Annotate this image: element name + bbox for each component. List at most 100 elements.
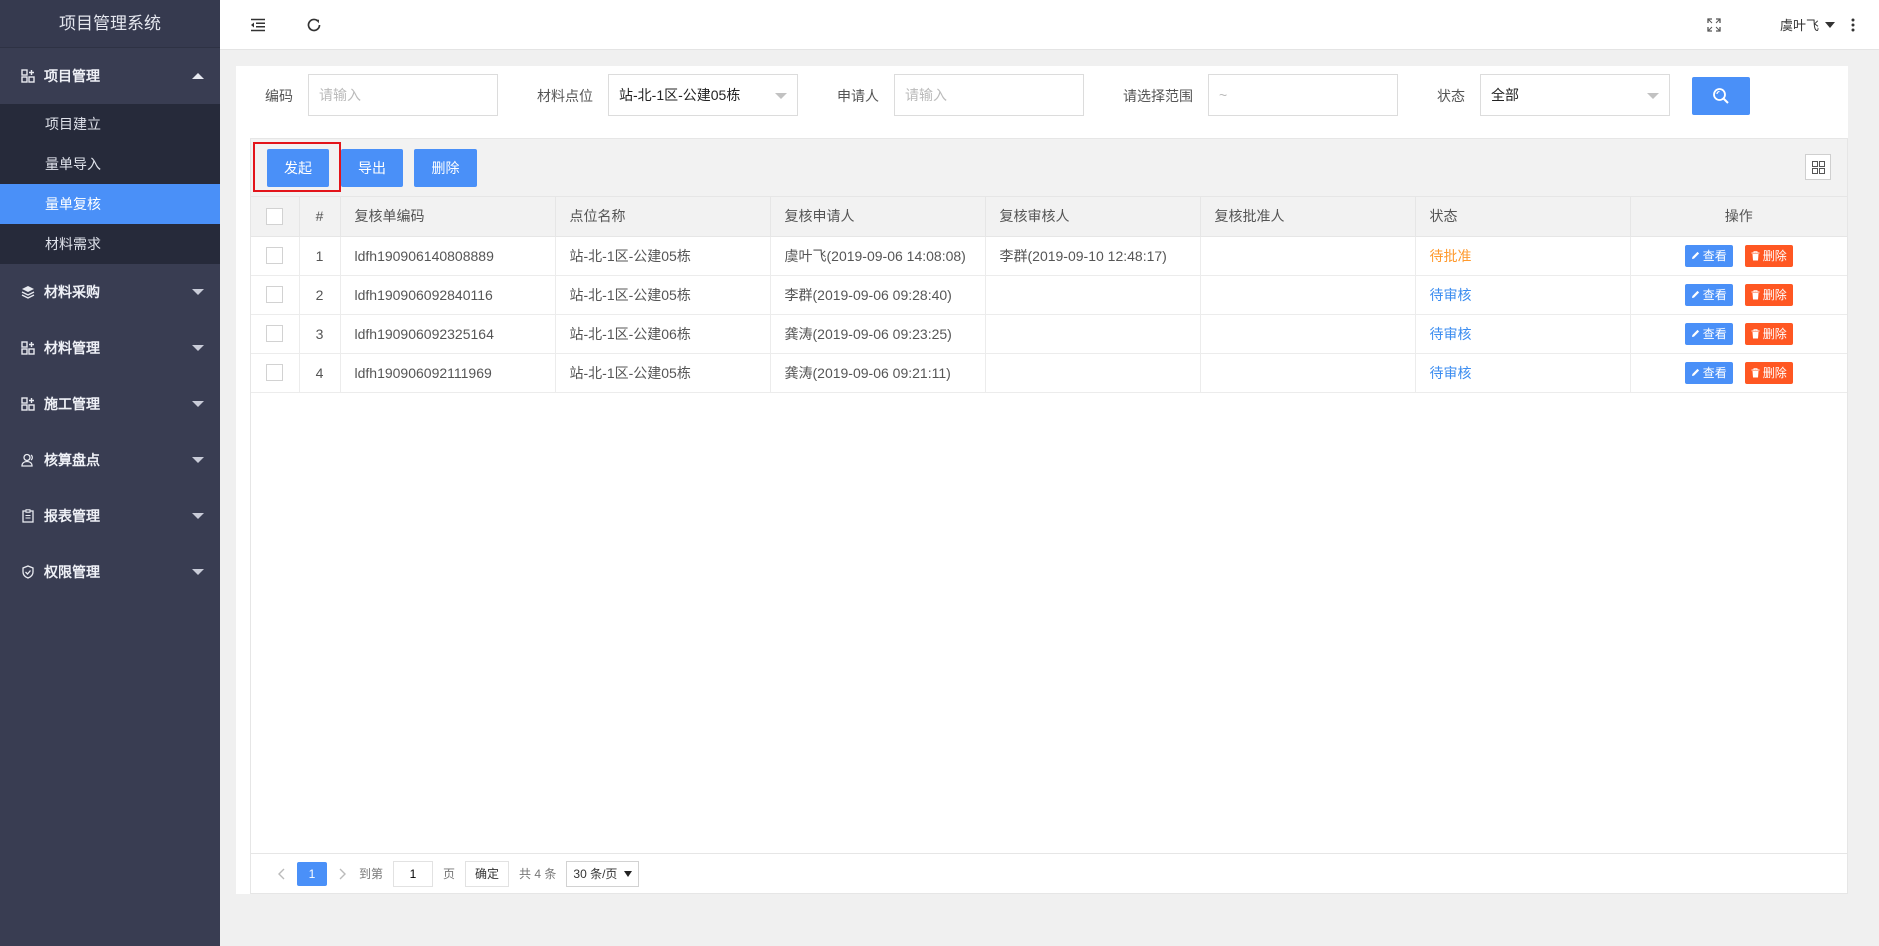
filter-bar: 编码 材料点位 站-北-1区-公建05栋 申请人 请选择范围 状态 全部 xyxy=(236,66,1848,134)
total-count: 共 4 条 xyxy=(519,867,557,881)
page-size-select[interactable]: 30 条/页 xyxy=(566,860,640,887)
review-table: # 复核单编码 点位名称 复核申请人 复核审核人 复核批准人 状态 操作 1 ld… xyxy=(251,197,1847,393)
start-button[interactable]: 发起 xyxy=(267,149,329,187)
user-menu[interactable]: 虞叶飞 xyxy=(1780,15,1835,34)
sidebar-group-permission[interactable]: 权限管理 xyxy=(0,544,220,600)
sidebar-group-construction[interactable]: 施工管理 xyxy=(0,376,220,432)
date-range-input[interactable] xyxy=(1208,74,1398,116)
more-vertical-icon[interactable] xyxy=(1841,13,1865,37)
row-delete-button[interactable]: 删除 xyxy=(1744,322,1793,345)
trash-icon xyxy=(1751,328,1760,338)
chevron-down-icon xyxy=(775,93,787,99)
row-index: 4 xyxy=(299,353,341,393)
goto-page-input[interactable] xyxy=(393,860,434,887)
grid-plus-icon xyxy=(20,396,36,412)
view-button[interactable]: 查看 xyxy=(1684,283,1733,306)
sidebar: 项目管理系统 项目管理 项目建立 量单导入 量单复核 材料需求 材料采购 材料管… xyxy=(0,0,220,946)
top-bar: 虞叶飞 xyxy=(220,0,1879,50)
row-select-cell xyxy=(251,275,300,315)
fullscreen-icon[interactable] xyxy=(1702,13,1726,37)
table-row: 3 ldfh190906092325164 站-北-1区-公建06栋 龚涛(2019-… xyxy=(251,314,1847,354)
review-code: ldfh190906140808889 xyxy=(340,236,556,276)
sidebar-group-report[interactable]: 报表管理 xyxy=(0,488,220,544)
row-checkbox[interactable] xyxy=(266,247,284,265)
prev-page-icon[interactable] xyxy=(273,868,289,880)
code-label: 编码 xyxy=(265,88,293,104)
row-select-cell xyxy=(251,314,300,354)
status-select[interactable]: 全部 xyxy=(1480,74,1670,116)
view-button[interactable]: 查看 xyxy=(1684,361,1733,384)
view-button[interactable]: 查看 xyxy=(1684,322,1733,345)
layers-icon xyxy=(20,284,36,300)
goto-confirm-button[interactable]: 确定 xyxy=(465,860,510,887)
site-name: 站-北-1区-公建05栋 xyxy=(555,353,771,393)
site-name: 站-北-1区-公建05栋 xyxy=(555,236,771,276)
columns-grid-icon[interactable] xyxy=(1805,154,1831,180)
row-checkbox[interactable] xyxy=(266,364,284,382)
row-actions: 查看 删除 xyxy=(1630,353,1847,393)
sidebar-group-label: 材料采购 xyxy=(44,284,100,300)
row-delete-button[interactable]: 删除 xyxy=(1744,361,1793,384)
edit-icon xyxy=(1691,368,1699,376)
applicant-input[interactable] xyxy=(894,74,1084,116)
reviewer xyxy=(985,353,1201,393)
table-toolbar: 发起 导出 删除 xyxy=(251,139,1847,197)
row-delete-button[interactable]: 删除 xyxy=(1744,244,1793,267)
column-header: 操作 xyxy=(1630,197,1847,237)
current-page[interactable]: 1 xyxy=(297,861,327,886)
chevron-down-icon xyxy=(192,289,204,295)
column-header: 复核单编码 xyxy=(340,197,556,237)
sidebar-group-purchase[interactable]: 材料采购 xyxy=(0,264,220,320)
column-header: 复核批准人 xyxy=(1200,197,1416,237)
status-label: 状态 xyxy=(1437,88,1465,104)
select-all-checkbox[interactable] xyxy=(266,208,284,226)
applicant: 龚涛(2019-09-06 09:21:11) xyxy=(770,353,986,393)
sidebar-item-material-demand[interactable]: 材料需求 xyxy=(0,224,220,264)
applicant: 龚涛(2019-09-06 09:23:25) xyxy=(770,314,986,354)
sidebar-group-label: 施工管理 xyxy=(44,396,100,412)
next-page-icon[interactable] xyxy=(335,868,351,880)
review-code: ldfh190906092840116 xyxy=(340,275,556,315)
export-button[interactable]: 导出 xyxy=(341,149,403,187)
view-label: 查看 xyxy=(1702,327,1727,341)
column-header: 状态 xyxy=(1415,197,1631,237)
delete-label: 删除 xyxy=(1762,288,1787,302)
view-button[interactable]: 查看 xyxy=(1684,244,1733,267)
sidebar-group-accounting[interactable]: 核算盘点 xyxy=(0,432,220,488)
site-select[interactable]: 站-北-1区-公建05栋 xyxy=(608,74,798,116)
range-label: 请选择范围 xyxy=(1123,88,1193,104)
row-delete-button[interactable]: 删除 xyxy=(1744,283,1793,306)
shield-check-icon xyxy=(20,564,36,580)
refresh-icon[interactable] xyxy=(302,13,326,37)
table-row: 2 ldfh190906092840116 站-北-1区-公建05栋 李群(2019-… xyxy=(251,275,1847,315)
user-group-icon xyxy=(20,452,36,468)
column-header: # xyxy=(299,197,341,237)
goto-label: 到第 xyxy=(359,867,384,881)
pagination: 1 到第 页 确定 共 4 条 30 条/页 xyxy=(251,853,1847,893)
delete-label: 删除 xyxy=(1762,327,1787,341)
sidebar-item-project-create[interactable]: 项目建立 xyxy=(0,104,220,144)
applicant: 虞叶飞(2019-09-06 14:08:08) xyxy=(770,236,986,276)
row-checkbox[interactable] xyxy=(266,286,284,304)
row-index: 1 xyxy=(299,236,341,276)
code-input[interactable] xyxy=(308,74,498,116)
applicant-label: 申请人 xyxy=(837,88,879,104)
approver xyxy=(1200,236,1416,276)
page-size-value: 30 条/页 xyxy=(573,867,618,881)
delete-label: 删除 xyxy=(1762,366,1787,380)
sidebar-item-bill-review[interactable]: 量单复核 xyxy=(0,184,220,224)
sidebar-item-bill-import[interactable]: 量单导入 xyxy=(0,144,220,184)
sidebar-group-project[interactable]: 项目管理 xyxy=(0,48,220,104)
edit-icon xyxy=(1691,290,1699,298)
delete-button[interactable]: 删除 xyxy=(414,149,477,187)
view-label: 查看 xyxy=(1702,288,1727,302)
status-text: 待批准 xyxy=(1415,236,1631,276)
search-button[interactable] xyxy=(1692,77,1750,115)
menu-indent-icon[interactable] xyxy=(246,13,270,37)
sidebar-group-material[interactable]: 材料管理 xyxy=(0,320,220,376)
column-header: 点位名称 xyxy=(555,197,771,237)
site-name: 站-北-1区-公建05栋 xyxy=(555,275,771,315)
row-checkbox[interactable] xyxy=(266,325,284,343)
site-name: 站-北-1区-公建06栋 xyxy=(555,314,771,354)
row-select-cell xyxy=(251,353,300,393)
